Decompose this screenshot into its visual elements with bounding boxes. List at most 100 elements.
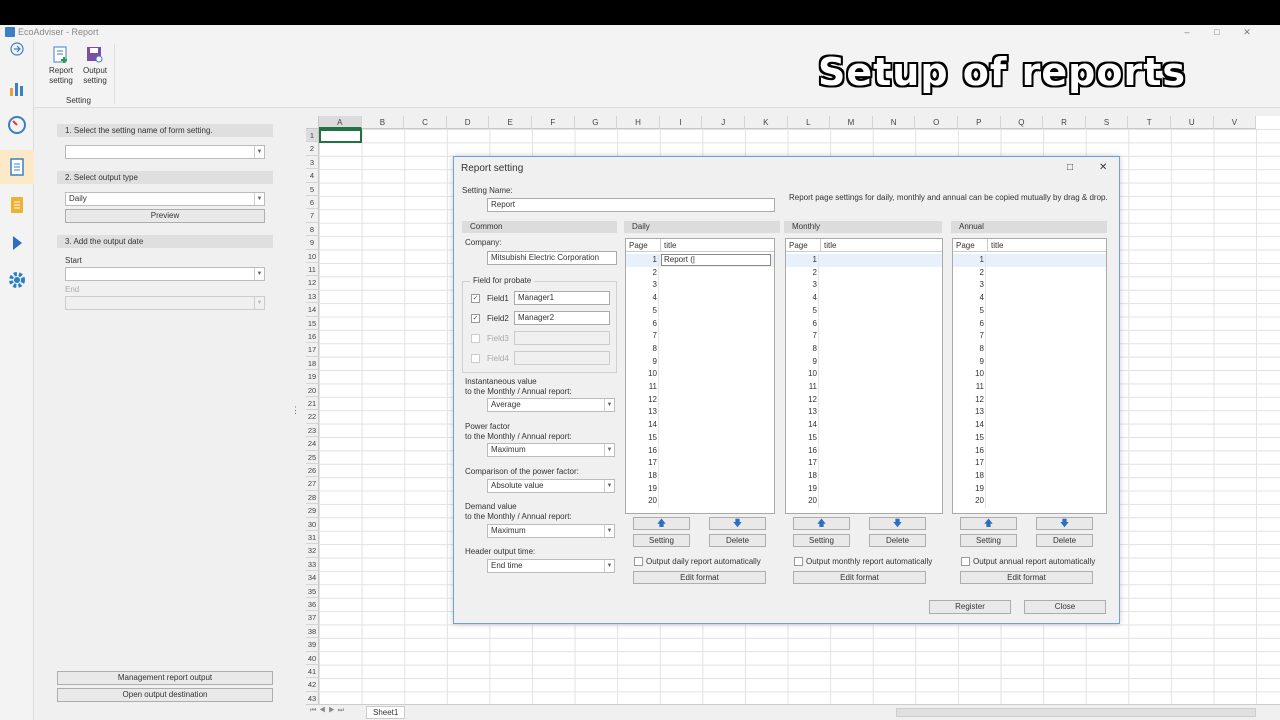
horizontal-scrollbar[interactable] [896, 708, 1256, 717]
row-header[interactable]: 36 [306, 598, 319, 612]
maximize-button[interactable]: □ [1210, 26, 1224, 38]
table-row[interactable]: 11 [786, 381, 942, 394]
header-time-select[interactable]: End time ▼ [487, 559, 615, 573]
table-row[interactable]: 14 [953, 419, 1106, 432]
table-row[interactable]: 10 [953, 368, 1106, 381]
table-row[interactable]: 17 [953, 457, 1106, 470]
field-checkbox[interactable] [471, 354, 480, 363]
auto-output-checkbox[interactable] [794, 557, 803, 566]
demand-select[interactable]: Maximum ▼ [487, 524, 615, 538]
auto-output-checkbox[interactable] [961, 557, 970, 566]
register-button[interactable]: Register [929, 600, 1011, 614]
back-icon[interactable] [10, 42, 24, 56]
row-header[interactable]: 8 [306, 222, 319, 237]
column-header[interactable]: P [958, 116, 1001, 129]
row-header[interactable]: 18 [306, 356, 319, 371]
row-header[interactable]: 42 [306, 678, 319, 692]
row-header[interactable]: 3 [306, 155, 319, 170]
edit-format-button[interactable]: Edit format [793, 571, 926, 584]
row-header[interactable]: 28 [306, 490, 319, 505]
column-header[interactable]: T [1128, 116, 1171, 129]
power-factor-select[interactable]: Maximum ▼ [487, 443, 615, 457]
table-row[interactable]: 12 [953, 393, 1106, 407]
row-header[interactable]: 11 [306, 263, 319, 277]
table-row[interactable]: 11 [626, 381, 774, 394]
output-type-select[interactable]: Daily ▼ [65, 192, 265, 206]
column-header[interactable]: G [574, 116, 618, 129]
row-header[interactable]: 19 [306, 370, 319, 384]
table-row[interactable]: 16 [953, 444, 1106, 458]
auto-output-checkbox[interactable] [634, 557, 643, 566]
minimize-button[interactable]: – [1180, 26, 1194, 38]
move-up-button[interactable]: 🡅 [960, 517, 1017, 530]
document-icon[interactable] [7, 195, 27, 215]
management-report-output-button[interactable]: Management report output [57, 671, 273, 685]
title-cell-editing[interactable]: Report (| [661, 254, 771, 266]
sheet-tab[interactable]: Sheet1 [366, 706, 406, 719]
table-row[interactable]: 2 [786, 266, 942, 280]
column-header[interactable]: H [617, 116, 660, 129]
instantaneous-select[interactable]: Average ▼ [487, 398, 615, 412]
delete-button[interactable]: Delete [1036, 534, 1093, 547]
page-table-daily[interactable]: Page title 1 Report (| 2 3 4 5 6 7 8 9 10 11 12 13 14 15 1… [625, 238, 775, 514]
close-button[interactable]: Close [1024, 600, 1106, 614]
row-header[interactable]: 38 [306, 624, 319, 639]
company-input[interactable]: Mitsubishi Electric Corporation [487, 251, 617, 265]
row-header[interactable]: 14 [306, 303, 319, 317]
table-row[interactable]: 16 [626, 444, 774, 458]
table-row[interactable]: 5 [786, 304, 942, 318]
table-row[interactable]: 1 [786, 254, 942, 267]
row-header[interactable]: 1 [306, 129, 319, 143]
column-header[interactable]: Q [1000, 116, 1044, 129]
active-cell[interactable] [319, 129, 362, 143]
table-row[interactable]: 15 [953, 431, 1106, 445]
row-header[interactable]: 21 [306, 397, 319, 411]
table-row[interactable]: 14 [626, 419, 774, 432]
field-input[interactable]: Manager2 [514, 311, 610, 325]
row-header[interactable]: 34 [306, 571, 319, 585]
column-header[interactable]: J [702, 116, 745, 129]
row-header[interactable]: 7 [306, 209, 319, 223]
preview-button[interactable]: Preview [65, 209, 265, 223]
table-row[interactable]: 13 [953, 406, 1106, 420]
row-header[interactable]: 9 [306, 236, 319, 250]
output-setting-button[interactable]: Output setting [78, 46, 112, 86]
move-up-button[interactable]: 🡅 [793, 517, 850, 530]
table-row[interactable]: 19 [953, 482, 1106, 496]
row-header[interactable]: 39 [306, 638, 319, 652]
table-row[interactable]: 18 [786, 469, 942, 483]
row-header[interactable]: 23 [306, 423, 319, 438]
table-row[interactable]: 12 [626, 393, 774, 407]
row-header[interactable]: 37 [306, 611, 319, 625]
select-all-corner[interactable] [306, 116, 319, 129]
page-table-annual[interactable]: Page title 1 2 3 4 5 6 7 8 9 10 11 12 13 14 15 16 17 18 19 20 [952, 238, 1107, 514]
column-header[interactable]: M [830, 116, 873, 129]
column-header[interactable]: D [446, 116, 490, 129]
table-row[interactable]: 15 [626, 431, 774, 445]
field-input[interactable] [514, 331, 610, 345]
move-down-button[interactable]: 🡇 [709, 517, 766, 530]
play-icon[interactable] [7, 233, 27, 253]
row-header[interactable]: 5 [306, 182, 319, 196]
row-header[interactable]: 13 [306, 289, 319, 304]
sheet-nav-icons[interactable]: ⏮◀▶⏭ [310, 707, 347, 715]
table-row[interactable]: 6 [953, 317, 1106, 331]
move-up-button[interactable]: 🡅 [633, 517, 690, 530]
table-row[interactable]: 13 [626, 406, 774, 420]
gauge-icon[interactable] [7, 115, 27, 135]
column-header[interactable]: I [659, 116, 703, 129]
row-header[interactable]: 2 [306, 142, 319, 156]
field-checkbox[interactable] [471, 334, 480, 343]
row-header[interactable]: 17 [306, 343, 319, 357]
table-row[interactable]: 1 [953, 254, 1106, 267]
form-setting-select[interactable]: ▼ [65, 145, 265, 159]
table-row[interactable]: 19 [626, 482, 774, 496]
table-row[interactable]: 7 [786, 330, 942, 343]
table-row[interactable]: 17 [626, 457, 774, 470]
table-row[interactable]: 3 [626, 279, 774, 293]
end-date-select[interactable]: ▼ [65, 296, 265, 310]
table-row[interactable]: 4 [953, 292, 1106, 305]
chart-icon[interactable] [7, 78, 27, 98]
field-input[interactable] [514, 351, 610, 365]
table-row[interactable]: 9 [626, 355, 774, 369]
